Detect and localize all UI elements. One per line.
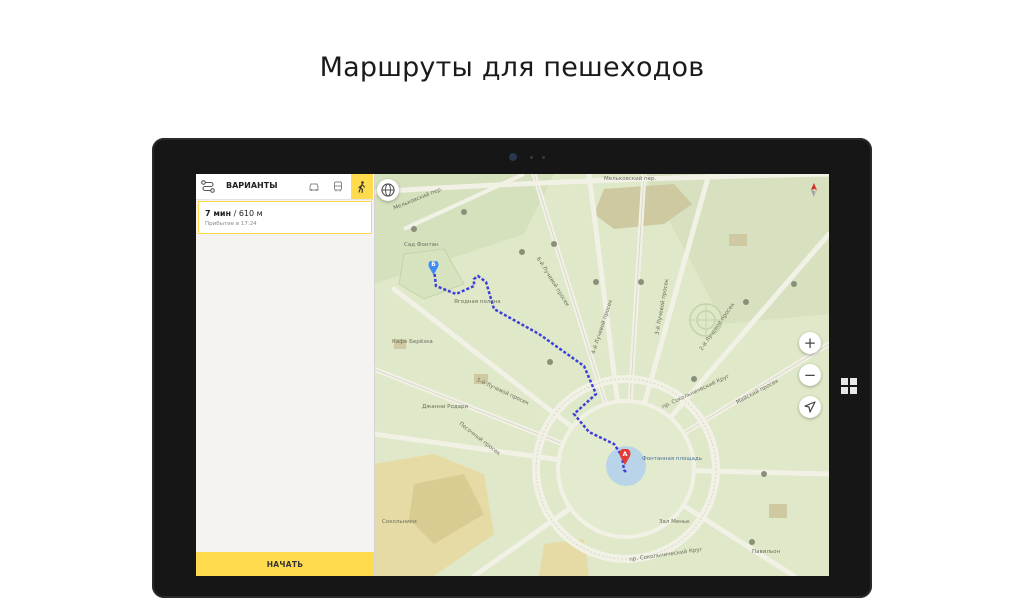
marker-a-label: А xyxy=(622,450,628,458)
map-label-berry: Ягодная поляна xyxy=(454,299,501,305)
map-label-fountain: Фонтанная площадь xyxy=(642,456,702,462)
mode-transit-tab[interactable] xyxy=(327,174,349,199)
globe-icon xyxy=(381,183,395,197)
mode-car-tab[interactable] xyxy=(303,174,325,199)
route-distance: 610 м xyxy=(238,209,263,218)
sensor-left xyxy=(530,156,533,159)
windows-logo-icon xyxy=(841,378,857,394)
app-screen: Мельковский пер. Мельковский пер. 4-й Лу… xyxy=(196,174,829,576)
bus-icon xyxy=(334,181,342,192)
layers-button[interactable] xyxy=(377,179,399,201)
route-duration: 7 мин xyxy=(205,209,232,218)
marker-a[interactable]: А xyxy=(619,448,631,465)
routes-panel-header: ВАРИАНТЫ xyxy=(196,174,374,200)
map-view[interactable]: Мельковский пер. Мельковский пер. 4-й Лу… xyxy=(371,174,829,576)
compass-icon[interactable] xyxy=(808,182,820,197)
marker-b-label: Б xyxy=(431,261,436,268)
route-separator: / xyxy=(231,209,239,218)
variants-title: ВАРИАНТЫ xyxy=(226,181,278,190)
route-options-icon[interactable] xyxy=(201,180,215,193)
routes-panel: ВАРИАНТЫ 7 мин / 610 м Прибытие в 17:24 … xyxy=(196,174,375,576)
marker-b[interactable]: Б xyxy=(428,259,439,275)
route-option-card[interactable]: 7 мин / 610 м Прибытие в 17:24 xyxy=(198,201,372,234)
map-canvas[interactable] xyxy=(371,174,829,576)
zoom-out-button[interactable]: − xyxy=(799,364,821,386)
sensor-right xyxy=(542,156,545,159)
car-icon xyxy=(309,183,319,191)
map-label-pavilion: Павильон xyxy=(752,549,781,555)
map-label-sport: Сокольники xyxy=(382,519,417,525)
route-summary: 7 мин / 610 м xyxy=(205,209,263,218)
pedestrian-icon xyxy=(358,180,366,193)
map-label-street-top: Мельковский пер. xyxy=(604,176,657,182)
start-button[interactable]: НАЧАТЬ xyxy=(196,552,374,576)
page-headline: Маршруты для пешеходов xyxy=(319,52,705,83)
mode-walk-tab[interactable] xyxy=(351,174,373,199)
map-label-park: Джанни Родари xyxy=(422,404,469,410)
map-label-cafe: Кафе Берёзка xyxy=(392,339,433,345)
locate-me-button[interactable] xyxy=(799,396,821,418)
zoom-in-button[interactable]: + xyxy=(799,332,821,354)
route-arrival: Прибытие в 17:24 xyxy=(205,221,257,227)
map-label-hall: Зал Менье xyxy=(659,519,690,525)
camera xyxy=(509,153,517,161)
location-arrow-icon xyxy=(804,401,816,413)
map-label-garden: Сад Фонтан xyxy=(404,242,439,248)
